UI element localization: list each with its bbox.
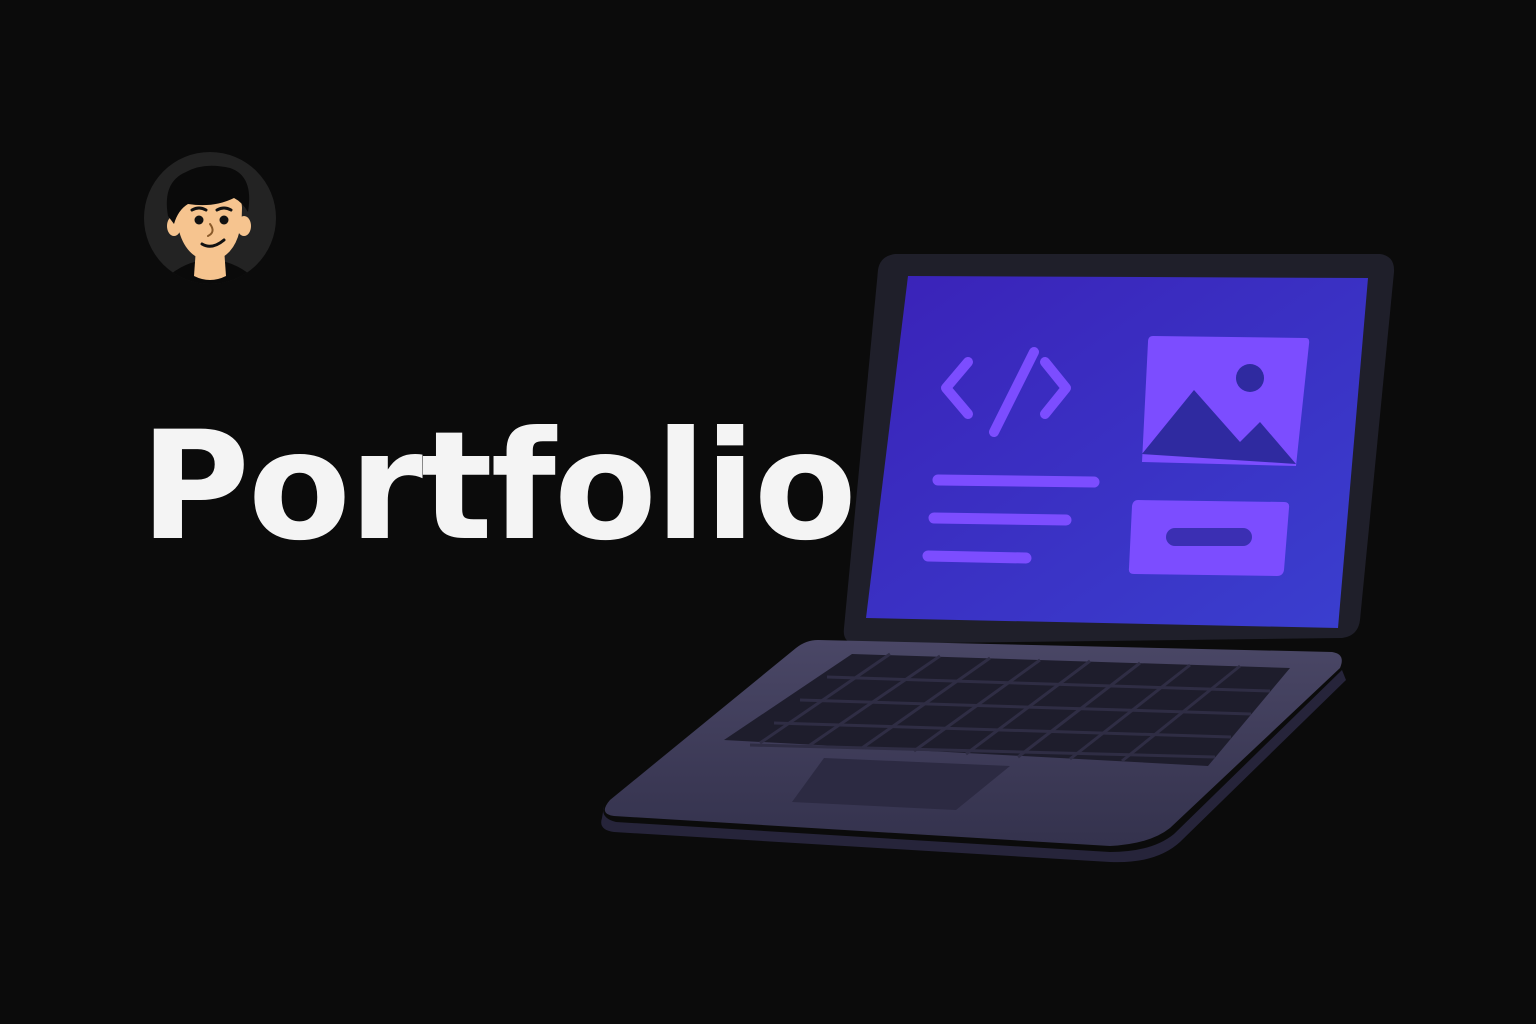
person-avatar-icon xyxy=(144,152,276,284)
button-card xyxy=(1128,500,1290,576)
portfolio-page: Portfolio xyxy=(0,0,1536,1024)
laptop-illustration xyxy=(590,240,1410,880)
avatar xyxy=(144,152,276,284)
image-placeholder-icon xyxy=(1142,336,1310,466)
